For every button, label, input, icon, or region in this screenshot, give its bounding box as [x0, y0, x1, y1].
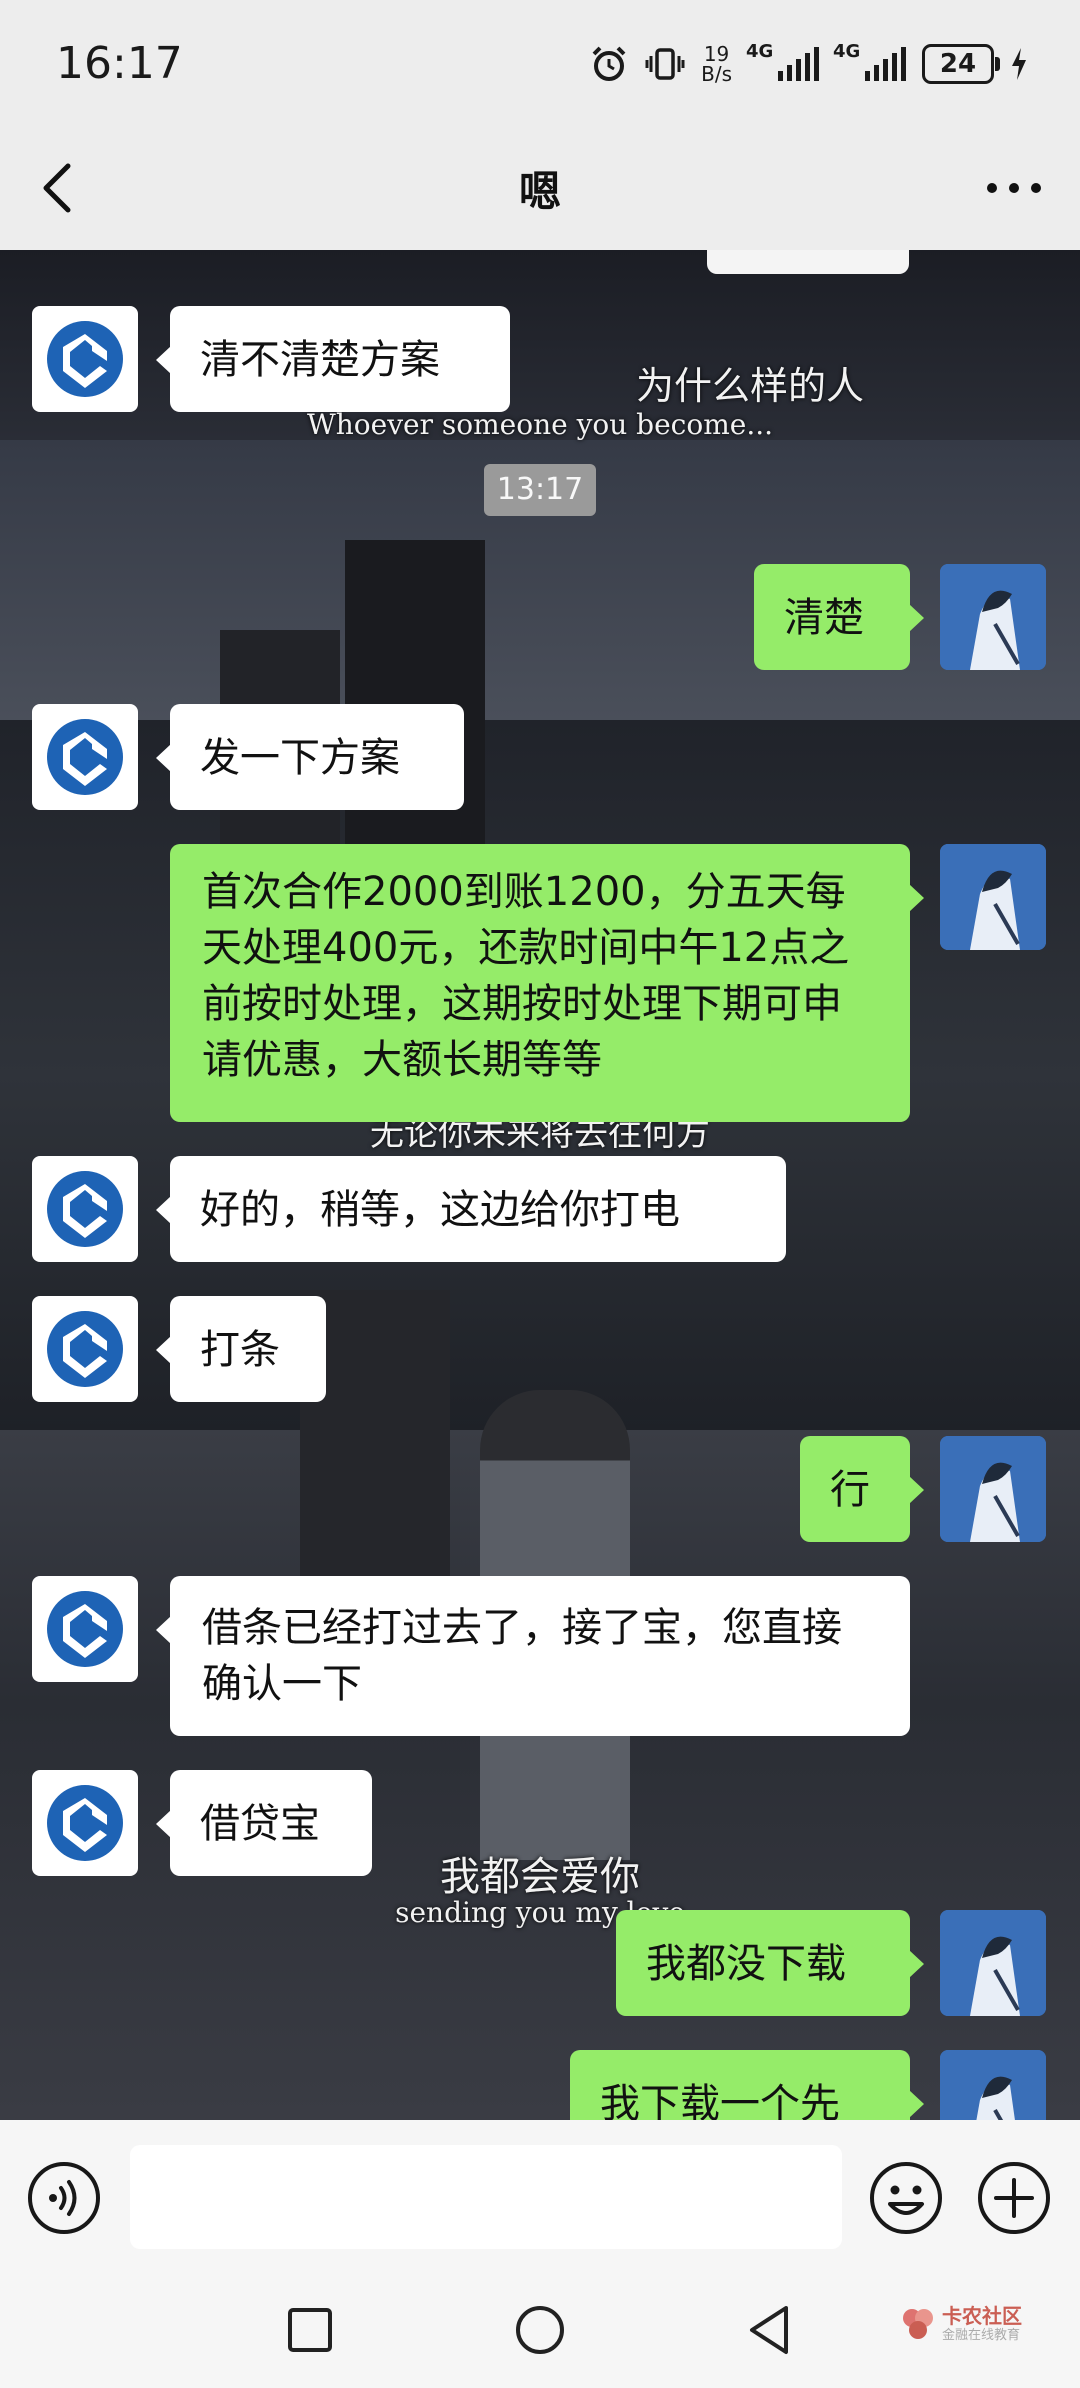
- signal-label-2: 4G: [833, 41, 861, 62]
- contact-avatar[interactable]: [32, 1770, 138, 1876]
- chat-header: 嗯: [0, 128, 1080, 250]
- battery-icon: 24: [922, 44, 1000, 84]
- message-bubble-incoming[interactable]: 发一下方案: [156, 704, 464, 810]
- emoji-icon[interactable]: [868, 2160, 944, 2236]
- message-bubble-incoming[interactable]: 好的，稍等，这边给你打电: [156, 1156, 786, 1262]
- message-bubble-outgoing[interactable]: 我下载一个先: [570, 2050, 924, 2120]
- message-text: 首次合作2000到账1200，分五天每天处理400元，还款时间中午12点之前按时…: [202, 869, 850, 1083]
- bank-logo-icon: [38, 710, 132, 804]
- video-caption: 我都会爱你: [440, 1854, 640, 1900]
- user-avatar[interactable]: [940, 564, 1046, 670]
- contact-avatar[interactable]: [32, 1576, 138, 1682]
- message-bubble-incoming[interactable]: 借贷宝: [156, 1770, 372, 1876]
- message-bubble-incoming[interactable]: 清不清楚方案: [156, 306, 510, 412]
- message-text: 我下载一个先: [600, 2081, 840, 2120]
- watermark: 卡农社区 金融在线教育: [900, 2304, 1022, 2344]
- bank-logo-icon: [38, 1776, 132, 1870]
- user-avatar-image: [940, 1910, 1046, 2016]
- status-time: 16:17: [56, 38, 183, 89]
- net-speed: 19 B/s: [701, 44, 732, 84]
- message-bubble-incoming[interactable]: 借条已经打过去了，接了宝，您直接确认一下: [156, 1576, 910, 1736]
- watermark-logo-icon: [903, 2309, 933, 2339]
- user-avatar-image: [940, 564, 1046, 670]
- message-text: 打条: [200, 1327, 280, 1373]
- contact-avatar[interactable]: [32, 1156, 138, 1262]
- net-speed-unit: B/s: [701, 62, 732, 86]
- charging-icon: [1012, 48, 1026, 80]
- user-avatar-image: [940, 1436, 1046, 1542]
- input-bar: [0, 2120, 1080, 2274]
- message-bubble-outgoing[interactable]: 我都没下载: [616, 1910, 924, 2016]
- message-text: 我都没下载: [646, 1941, 846, 1987]
- message-text: 借条已经打过去了，接了宝，您直接确认一下: [202, 1605, 842, 1707]
- video-caption: sending you my love: [395, 1896, 685, 1929]
- chat-area[interactable]: 为什么样的人 Whoever someone you become... 无论你…: [0, 250, 1080, 2120]
- signal-icon-1: 4G: [746, 41, 819, 81]
- chat-title: 嗯: [518, 167, 561, 216]
- signal-icon-2: 4G: [833, 41, 906, 81]
- bank-logo-icon: [38, 1162, 132, 1256]
- bank-logo-icon: [38, 1302, 132, 1396]
- message-text: 借贷宝: [200, 1801, 320, 1847]
- contact-avatar[interactable]: [32, 704, 138, 810]
- user-avatar[interactable]: [940, 2050, 1046, 2120]
- message-text: 发一下方案: [200, 735, 400, 781]
- more-dots-icon[interactable]: [986, 180, 1042, 196]
- system-nav-bar: 卡农社区 金融在线教育: [0, 2274, 1080, 2388]
- alarm-icon: [592, 46, 626, 81]
- message-bubble-outgoing[interactable]: 首次合作2000到账1200，分五天每天处理400元，还款时间中午12点之前按时…: [170, 844, 924, 1122]
- vibrate-icon: [645, 48, 685, 80]
- message-text: 行: [830, 1467, 870, 1513]
- user-avatar-image: [940, 844, 1046, 950]
- video-caption: Whoever someone you become...: [306, 408, 774, 441]
- recent-apps-icon[interactable]: [282, 2302, 338, 2358]
- bank-logo-icon: [38, 1582, 132, 1676]
- message-text: 好的，稍等，这边给你打电: [200, 1187, 680, 1233]
- contact-avatar[interactable]: [32, 1296, 138, 1402]
- voice-icon[interactable]: [26, 2160, 102, 2236]
- message-timestamp: 13:17: [484, 464, 596, 516]
- nav-back-icon[interactable]: [742, 2302, 798, 2358]
- user-avatar[interactable]: [940, 1910, 1046, 2016]
- message-input[interactable]: [130, 2145, 842, 2249]
- net-speed-value: 19: [703, 42, 730, 66]
- watermark-subtitle: 金融在线教育: [942, 2328, 1021, 2343]
- home-icon[interactable]: [512, 2302, 568, 2358]
- battery-level: 24: [939, 49, 977, 79]
- plus-icon[interactable]: [976, 2160, 1052, 2236]
- message-bubble-outgoing[interactable]: 清楚: [754, 564, 924, 670]
- embedded-nav-pill: [707, 250, 909, 274]
- status-bar: 16:17 19 B/s 4G 4G 24: [0, 0, 1080, 128]
- bank-logo-icon: [38, 312, 132, 406]
- message-text: 清楚: [784, 595, 864, 641]
- contact-avatar[interactable]: [32, 306, 138, 412]
- signal-label-1: 4G: [746, 41, 774, 62]
- status-icons: 19 B/s 4G 4G 24: [589, 40, 1028, 88]
- message-text: 清不清楚方案: [200, 337, 440, 383]
- user-avatar-image: [940, 2050, 1046, 2120]
- user-avatar[interactable]: [940, 844, 1046, 950]
- user-avatar[interactable]: [940, 1436, 1046, 1542]
- message-bubble-incoming[interactable]: 打条: [156, 1296, 326, 1402]
- message-bubble-outgoing[interactable]: 行: [800, 1436, 924, 1542]
- watermark-name: 卡农社区: [942, 2304, 1022, 2328]
